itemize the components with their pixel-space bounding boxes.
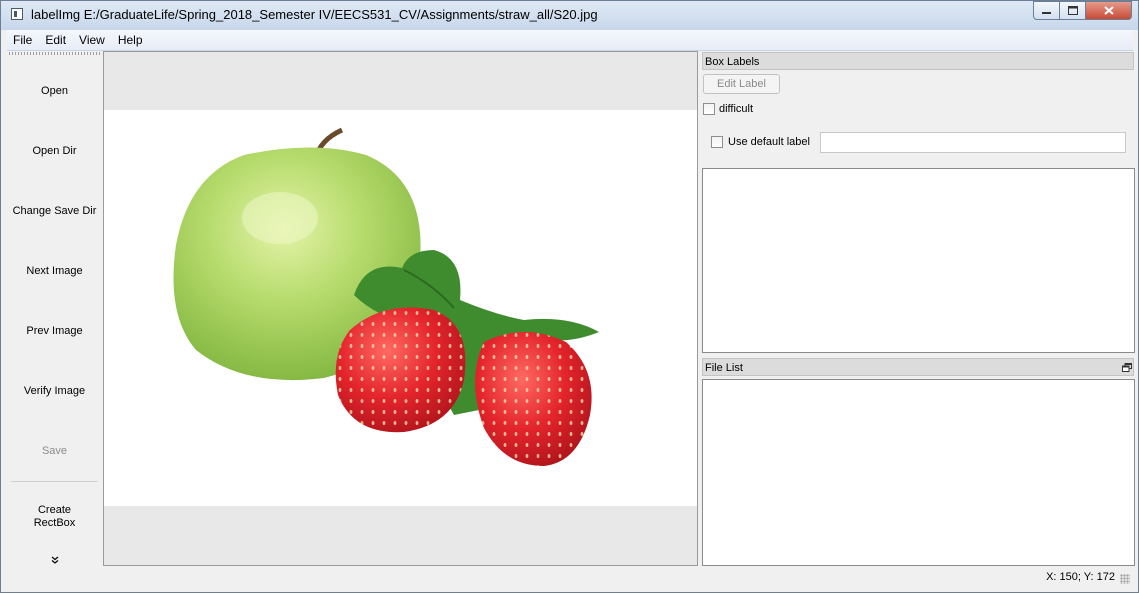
file-list-dock-title[interactable]: File List xyxy=(702,358,1134,376)
save-button[interactable]: Save xyxy=(7,445,102,458)
title-bar[interactable]: labelImg E:/GraduateLife/Spring_2018_Sem… xyxy=(1,1,1138,30)
create-rectbox-button[interactable]: Create RectBox xyxy=(7,504,102,530)
app-icon xyxy=(11,8,23,20)
canvas-scroll-area[interactable] xyxy=(103,51,698,566)
verify-image-button[interactable]: Verify Image xyxy=(7,385,102,398)
edit-label-button[interactable]: Edit Label xyxy=(703,74,780,94)
toolbar-separator xyxy=(11,481,98,482)
cursor-coordinates: X: 150; Y: 172 xyxy=(1046,571,1115,583)
maximize-button[interactable] xyxy=(1060,1,1086,20)
double-chevron-down-icon[interactable] xyxy=(51,555,59,567)
minimize-button[interactable] xyxy=(1033,1,1060,20)
open-button[interactable]: Open xyxy=(7,85,102,98)
menu-edit[interactable]: Edit xyxy=(39,30,73,50)
default-label-input[interactable] xyxy=(820,132,1126,153)
close-icon xyxy=(1103,6,1114,15)
difficult-checkbox[interactable] xyxy=(703,103,715,115)
file-path: E:/GraduateLife/Spring_2018_Semester IV/… xyxy=(83,7,598,22)
fruit-image xyxy=(173,127,599,466)
menu-help[interactable]: Help xyxy=(112,30,150,50)
box-labels-dock-title[interactable]: Box Labels xyxy=(702,52,1134,70)
window-title: labelImg E:/GraduateLife/Spring_2018_Sem… xyxy=(31,7,598,22)
toolbar-grip[interactable] xyxy=(9,52,100,55)
change-save-dir-button[interactable]: Change Save Dir xyxy=(7,205,102,218)
next-image-button[interactable]: Next Image xyxy=(7,265,102,278)
app-name: labelImg xyxy=(31,7,81,22)
menu-file[interactable]: File xyxy=(7,30,39,50)
loaded-image[interactable] xyxy=(104,110,697,506)
left-toolbar: Open Open Dir Change Save Dir Next Image… xyxy=(7,51,102,566)
open-dir-button[interactable]: Open Dir xyxy=(7,145,102,158)
labelimg-window: labelImg E:/GraduateLife/Spring_2018_Sem… xyxy=(0,0,1139,593)
file-list[interactable] xyxy=(702,379,1135,566)
maximize-icon xyxy=(1067,6,1078,15)
prev-image-button[interactable]: Prev Image xyxy=(7,325,102,338)
float-dock-icon[interactable] xyxy=(1122,363,1132,372)
status-bar: X: 150; Y: 172 xyxy=(7,567,1133,587)
create-rectbox-label-line1: Create xyxy=(37,504,72,516)
close-button[interactable] xyxy=(1086,1,1132,20)
menu-bar: File Edit View Help xyxy=(7,30,1133,51)
menu-view[interactable]: View xyxy=(73,30,112,50)
label-list[interactable] xyxy=(702,168,1135,353)
resize-grip-icon[interactable] xyxy=(1120,574,1130,584)
use-default-label-label: Use default label xyxy=(728,136,810,148)
create-rectbox-label-line2: RectBox xyxy=(33,517,76,529)
use-default-label-checkbox[interactable] xyxy=(711,136,723,148)
more-tools-icon xyxy=(51,556,59,564)
difficult-label: difficult xyxy=(719,103,754,115)
window-controls xyxy=(1033,1,1132,21)
minimize-icon xyxy=(1042,11,1051,14)
